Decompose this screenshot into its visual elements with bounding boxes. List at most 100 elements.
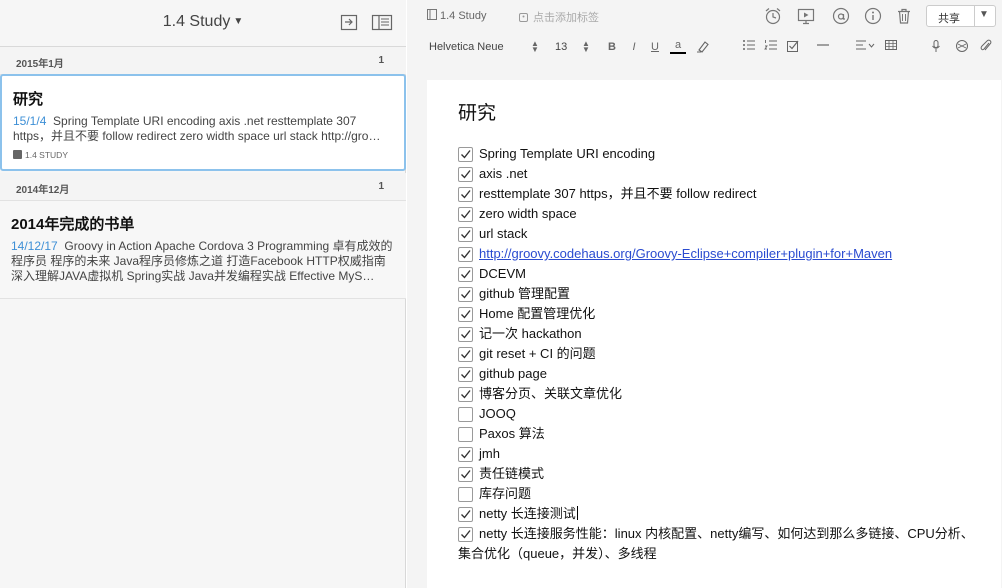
work-chat-icon[interactable] (831, 6, 851, 26)
bullet-list-icon[interactable] (741, 39, 757, 55)
new-note-icon[interactable] (339, 12, 361, 32)
view-options-icon[interactable] (371, 12, 393, 32)
note-header-bar: 1.4 Study 点击添加标签 共享 ▼ (407, 0, 1002, 32)
text-cursor (576, 506, 578, 520)
checklist-item-text: resttemplate 307 https，并且不要 follow redir… (479, 186, 757, 201)
note-notebook-selector[interactable]: 1.4 Study (427, 9, 486, 22)
checklist-item: 记一次 hackathon (458, 324, 978, 344)
checklist-item-link[interactable]: http://groovy.codehaus.org/Groovy-Eclips… (479, 246, 892, 261)
numbered-list-icon[interactable] (763, 39, 779, 55)
highlighter-icon[interactable] (695, 39, 711, 55)
note-card-notebook-label: 1.4 STUDY (25, 150, 68, 160)
checkbox-checked[interactable] (458, 147, 473, 162)
share-label: 共享 (938, 13, 960, 25)
checkbox-checked[interactable] (458, 207, 473, 222)
note-card[interactable]: 2014年完成的书单 14/12/17 Groovy in Action Apa… (0, 201, 406, 299)
note-card-title: 研究 (13, 91, 44, 108)
checklist-item-text: axis .net (479, 166, 528, 181)
font-size-select[interactable]: 13 (555, 41, 567, 53)
reminder-icon[interactable] (763, 6, 783, 26)
checkbox-checked[interactable] (458, 447, 473, 462)
sketch-icon[interactable] (954, 39, 970, 55)
checkbox-checked[interactable] (458, 287, 473, 302)
share-button[interactable]: 共享 ▼ (926, 5, 996, 27)
checkbox-checked[interactable] (458, 347, 473, 362)
checkbox-checked[interactable] (458, 527, 473, 542)
checkbox-unchecked[interactable] (458, 487, 473, 502)
bold-button[interactable]: B (604, 39, 620, 55)
font-stepper-icon[interactable]: ▲ ▼ (531, 40, 539, 54)
checklist-item-text: github 管理配置 (479, 286, 571, 301)
microphone-icon[interactable] (928, 39, 944, 55)
chevron-down-icon[interactable]: ▼ (979, 9, 989, 20)
checklist-item: zero width space (458, 204, 978, 224)
font-family-select[interactable]: Helvetica Neue (429, 41, 504, 53)
checkbox-checked[interactable] (458, 387, 473, 402)
note-editor-pane: 1.4 Study 点击添加标签 共享 ▼ Helvetica Neue ▲ ▼… (407, 0, 1002, 588)
attachment-icon[interactable] (978, 39, 994, 55)
checklist-item-text: url stack (479, 226, 528, 241)
note-card-date: 14/12/17 (11, 239, 58, 253)
checkbox-checked[interactable] (458, 367, 473, 382)
chevron-down-icon: ▼ (233, 16, 244, 27)
note-list-pane: 1.4 Study ▼ 2015年1月 1 研究 15/1/4 Spring Te… (0, 0, 406, 588)
notebook-icon (13, 150, 22, 159)
note-title[interactable]: 研究 (458, 98, 496, 125)
checklist-item: DCEVM (458, 264, 978, 284)
checklist-item: Home 配置管理优化 (458, 304, 978, 324)
checklist-item: Spring Template URI encoding (458, 144, 978, 164)
checkbox-checked[interactable] (458, 327, 473, 342)
checklist-item: resttemplate 307 https，并且不要 follow redir… (458, 184, 978, 204)
checklist-item-text: 记一次 hackathon (479, 326, 582, 341)
checkbox-checked[interactable] (458, 187, 473, 202)
tag-icon (519, 13, 528, 22)
checklist-item: git reset + CI 的问题 (458, 344, 978, 364)
checklist-item-text: 博客分页、关联文章优化 (479, 386, 623, 401)
checklist-item-text: zero width space (479, 206, 577, 221)
checkbox-checked[interactable] (458, 267, 473, 282)
checklist-item-text: github page (479, 366, 547, 381)
checkbox-unchecked[interactable] (458, 407, 473, 422)
month-header: 2014年12月 1 (0, 173, 406, 201)
checklist-item-text: 库存问题 (479, 486, 532, 501)
month-count: 1 (378, 181, 384, 192)
formatting-toolbar: Helvetica Neue ▲ ▼ 13 ▲ ▼ B I U a (407, 34, 1002, 62)
note-notebook-label: 1.4 Study (440, 10, 487, 22)
checkbox-checked[interactable] (458, 307, 473, 322)
size-stepper-icon[interactable]: ▲ ▼ (582, 40, 590, 54)
underline-button[interactable]: U (647, 39, 663, 55)
presentation-icon[interactable] (796, 6, 816, 26)
checkbox-checked[interactable] (458, 227, 473, 242)
checkbox-checked[interactable] (458, 507, 473, 522)
checklist-item-text: JOOQ (479, 406, 516, 421)
italic-button[interactable]: I (626, 39, 642, 55)
note-body[interactable]: 研究 Spring Template URI encoding axis .net… (427, 80, 1001, 588)
checklist-item-text: 责任链模式 (479, 466, 545, 481)
checklist: Spring Template URI encoding axis .net res… (458, 144, 978, 564)
checklist-item-text: Spring Template URI encoding (479, 146, 656, 161)
note-list-header: 1.4 Study ▼ (0, 0, 406, 47)
checklist-item-text: netty 长连接服务性能：linux 内核配置、netty编写、如何达到那么多… (458, 526, 974, 561)
checklist-item-text: jmh (479, 446, 500, 461)
trash-icon[interactable] (894, 6, 914, 26)
checklist-item: 责任链模式 (458, 464, 978, 484)
horizontal-rule-icon[interactable] (815, 39, 831, 55)
checkbox-icon[interactable] (785, 39, 801, 55)
note-card-selected[interactable]: 研究 15/1/4 Spring Template URI encoding a… (0, 74, 406, 171)
checklist-item: 库存问题 (458, 484, 978, 504)
checkbox-checked[interactable] (458, 247, 473, 262)
tag-input[interactable]: 点击添加标签 (519, 9, 599, 25)
table-icon[interactable] (883, 39, 899, 55)
info-icon[interactable] (863, 6, 883, 26)
checklist-item: JOOQ (458, 404, 978, 424)
checkbox-unchecked[interactable] (458, 427, 473, 442)
checklist-item-text: git reset + CI 的问题 (479, 346, 596, 361)
note-card-snippet: 15/1/4 Spring Template URI encoding axis… (13, 114, 397, 144)
checkbox-checked[interactable] (458, 467, 473, 482)
checkbox-checked[interactable] (458, 167, 473, 182)
checklist-item: jmh (458, 444, 978, 464)
month-label: 2014年12月 (16, 185, 70, 196)
text-color-button[interactable]: a (670, 39, 686, 54)
alignment-icon[interactable] (855, 39, 877, 55)
share-divider (974, 6, 975, 26)
